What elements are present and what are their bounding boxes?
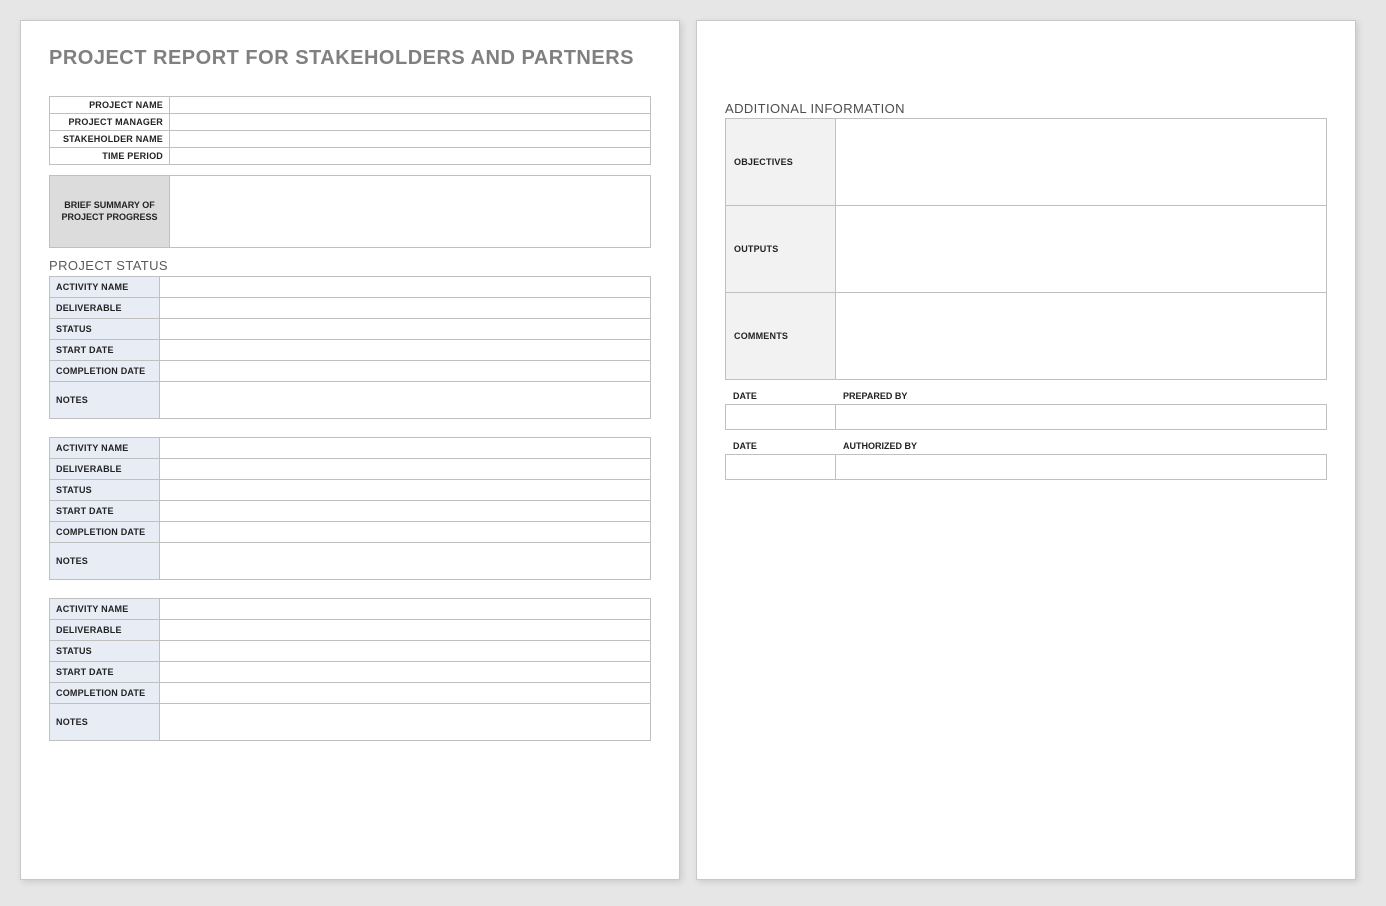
authorized-date-value[interactable] <box>726 455 836 479</box>
objectives-label: OBJECTIVES <box>726 119 836 206</box>
prepared-by-value[interactable] <box>836 405 1326 429</box>
prepared-date-value[interactable] <box>726 405 836 429</box>
page-title: PROJECT REPORT FOR STAKEHOLDERS AND PART… <box>49 47 651 70</box>
completion-date-label: COMPLETION DATE <box>50 361 160 382</box>
row-stakeholder-name: STAKEHOLDER NAME <box>50 131 651 148</box>
authorized-by-block: DATE AUTHORIZED BY <box>725 438 1327 480</box>
project-manager-label: PROJECT MANAGER <box>50 114 170 131</box>
project-manager-value[interactable] <box>170 114 651 131</box>
completion-date-value[interactable] <box>160 522 651 543</box>
page-2: ADDITIONAL INFORMATION OBJECTIVES OUTPUT… <box>696 20 1356 880</box>
summary-label: BRIEF SUMMARY OF PROJECT PROGRESS <box>50 176 170 248</box>
start-date-value[interactable] <box>160 340 651 361</box>
start-date-label: START DATE <box>50 662 160 683</box>
row-project-manager: PROJECT MANAGER <box>50 114 651 131</box>
deliverable-label: DELIVERABLE <box>50 298 160 319</box>
time-period-value[interactable] <box>170 148 651 165</box>
project-name-value[interactable] <box>170 97 651 114</box>
deliverable-value[interactable] <box>160 459 651 480</box>
summary-value[interactable] <box>170 176 651 248</box>
completion-date-value[interactable] <box>160 361 651 382</box>
additional-info-table: OBJECTIVES OUTPUTS COMMENTS <box>725 118 1327 380</box>
status-label: STATUS <box>50 641 160 662</box>
completion-date-label: COMPLETION DATE <box>50 683 160 704</box>
stakeholder-name-label: STAKEHOLDER NAME <box>50 131 170 148</box>
document-pages: PROJECT REPORT FOR STAKEHOLDERS AND PART… <box>20 20 1366 880</box>
activity-name-label: ACTIVITY NAME <box>50 438 160 459</box>
activity-table-2: ACTIVITY NAME DELIVERABLE STATUS START D… <box>49 437 651 580</box>
project-name-label: PROJECT NAME <box>50 97 170 114</box>
date-label: DATE <box>725 438 835 454</box>
row-project-name: PROJECT NAME <box>50 97 651 114</box>
authorized-by-label: AUTHORIZED BY <box>835 438 1327 454</box>
summary-table: BRIEF SUMMARY OF PROJECT PROGRESS <box>49 175 651 248</box>
start-date-label: START DATE <box>50 501 160 522</box>
project-status-heading: PROJECT STATUS <box>49 258 651 273</box>
activity-name-value[interactable] <box>160 599 651 620</box>
header-info-table: PROJECT NAME PROJECT MANAGER STAKEHOLDER… <box>49 96 651 165</box>
row-time-period: TIME PERIOD <box>50 148 651 165</box>
deliverable-label: DELIVERABLE <box>50 459 160 480</box>
notes-label: NOTES <box>50 543 160 580</box>
outputs-label: OUTPUTS <box>726 206 836 293</box>
status-value[interactable] <box>160 480 651 501</box>
completion-date-value[interactable] <box>160 683 651 704</box>
start-date-label: START DATE <box>50 340 160 361</box>
comments-value[interactable] <box>836 293 1327 380</box>
status-value[interactable] <box>160 319 651 340</box>
completion-date-label: COMPLETION DATE <box>50 522 160 543</box>
notes-value[interactable] <box>160 543 651 580</box>
notes-value[interactable] <box>160 382 651 419</box>
notes-label: NOTES <box>50 382 160 419</box>
authorized-by-value[interactable] <box>836 455 1326 479</box>
page-1: PROJECT REPORT FOR STAKEHOLDERS AND PART… <box>20 20 680 880</box>
prepared-by-label: PREPARED BY <box>835 388 1327 404</box>
activity-table-3: ACTIVITY NAME DELIVERABLE STATUS START D… <box>49 598 651 741</box>
status-label: STATUS <box>50 319 160 340</box>
date-label: DATE <box>725 388 835 404</box>
prepared-by-block: DATE PREPARED BY <box>725 388 1327 430</box>
stakeholder-name-value[interactable] <box>170 131 651 148</box>
objectives-value[interactable] <box>836 119 1327 206</box>
activity-name-value[interactable] <box>160 438 651 459</box>
deliverable-value[interactable] <box>160 620 651 641</box>
status-value[interactable] <box>160 641 651 662</box>
time-period-label: TIME PERIOD <box>50 148 170 165</box>
comments-label: COMMENTS <box>726 293 836 380</box>
notes-label: NOTES <box>50 704 160 741</box>
deliverable-value[interactable] <box>160 298 651 319</box>
deliverable-label: DELIVERABLE <box>50 620 160 641</box>
activity-name-label: ACTIVITY NAME <box>50 277 160 298</box>
outputs-value[interactable] <box>836 206 1327 293</box>
activity-table-1: ACTIVITY NAME DELIVERABLE STATUS START D… <box>49 276 651 419</box>
activity-name-label: ACTIVITY NAME <box>50 599 160 620</box>
status-label: STATUS <box>50 480 160 501</box>
start-date-value[interactable] <box>160 501 651 522</box>
start-date-value[interactable] <box>160 662 651 683</box>
activity-name-value[interactable] <box>160 277 651 298</box>
additional-information-heading: ADDITIONAL INFORMATION <box>725 101 1327 116</box>
notes-value[interactable] <box>160 704 651 741</box>
